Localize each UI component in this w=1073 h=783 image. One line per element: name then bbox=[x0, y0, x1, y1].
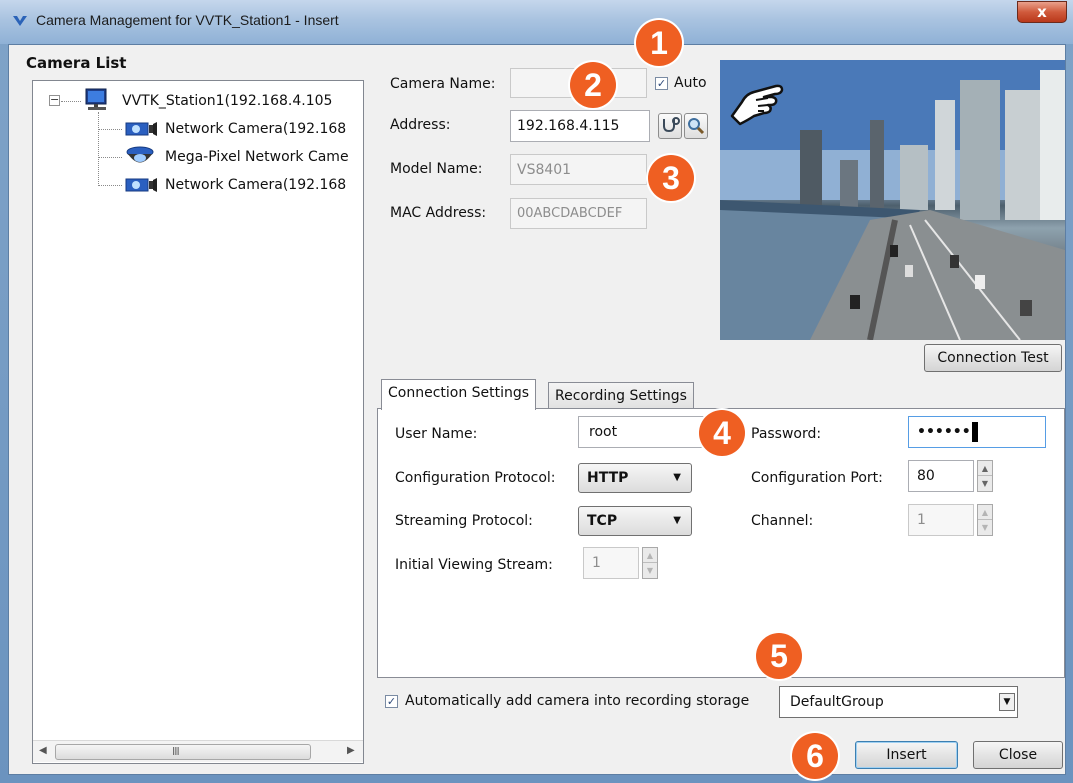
camera-list-title: Camera List bbox=[26, 54, 127, 72]
initial-stream-label: Initial Viewing Stream: bbox=[395, 557, 553, 573]
streaming-protocol-label: Streaming Protocol: bbox=[395, 513, 533, 529]
network-camera-icon bbox=[125, 178, 157, 192]
vivotek-logo-icon bbox=[13, 16, 27, 26]
model-name-label: Model Name: bbox=[390, 161, 483, 177]
callout-3: 3 bbox=[648, 155, 694, 201]
tree-line bbox=[98, 112, 99, 186]
auto-label: Auto bbox=[674, 75, 707, 91]
mac-address-field: 00ABCDABCDEF bbox=[510, 198, 647, 229]
config-protocol-select[interactable]: HTTP ▼ bbox=[578, 463, 692, 493]
channel-spinner: ▲ ▼ bbox=[977, 504, 993, 536]
password-label: Password: bbox=[751, 426, 822, 442]
tree-item-camera-1[interactable]: Network Camera(192.168 bbox=[165, 121, 358, 137]
text-cursor bbox=[971, 422, 978, 442]
close-button[interactable]: Close bbox=[973, 741, 1063, 769]
password-field[interactable]: •••••• bbox=[908, 416, 1046, 448]
config-port-spinner[interactable]: ▲ ▼ bbox=[977, 460, 993, 492]
dome-camera-icon bbox=[126, 146, 154, 163]
initial-stream-field: 1 bbox=[583, 547, 639, 579]
tree-line bbox=[98, 157, 122, 158]
model-name-field: VS8401 bbox=[510, 154, 647, 185]
config-port-field[interactable]: 80 bbox=[908, 460, 974, 492]
callout-1: 1 bbox=[636, 20, 682, 66]
chevron-down-icon: ▼ bbox=[673, 472, 681, 483]
title-bar[interactable]: Camera Management for VVTK_Station1 - In… bbox=[0, 0, 1073, 44]
tree-collapse-toggle[interactable]: − bbox=[49, 94, 60, 106]
scrollbar-thumb[interactable]: III bbox=[55, 744, 311, 760]
callout-6: 6 bbox=[792, 733, 838, 779]
tree-line bbox=[61, 101, 81, 102]
address-field[interactable]: 192.168.4.115 bbox=[510, 110, 650, 142]
pointing-hand-icon bbox=[730, 84, 784, 126]
channel-label: Channel: bbox=[751, 513, 814, 529]
streaming-protocol-select[interactable]: TCP ▼ bbox=[578, 506, 692, 536]
scrollbar-grip: III bbox=[172, 745, 180, 758]
password-value: •••••• bbox=[917, 424, 971, 440]
group-select[interactable]: DefaultGroup ▼ bbox=[779, 686, 1018, 718]
address-label: Address: bbox=[390, 117, 451, 133]
initial-stream-spinner: ▲ ▼ bbox=[642, 547, 658, 579]
chevron-down-icon: ▼ bbox=[999, 693, 1015, 711]
computer-icon bbox=[85, 88, 107, 110]
window-close-button[interactable]: x bbox=[1017, 1, 1067, 23]
tree-item-camera-3[interactable]: Network Camera(192.168 bbox=[165, 177, 358, 193]
group-value: DefaultGroup bbox=[790, 694, 884, 710]
streaming-protocol-value: TCP bbox=[587, 513, 618, 529]
callout-5: 5 bbox=[756, 633, 802, 679]
auto-checkbox[interactable]: ✓ bbox=[655, 77, 668, 90]
config-protocol-label: Configuration Protocol: bbox=[395, 470, 556, 486]
connection-test-button[interactable]: Connection Test bbox=[924, 344, 1062, 372]
auto-add-label: Automatically add camera into recording … bbox=[405, 693, 750, 709]
stethoscope-icon bbox=[663, 117, 680, 133]
chevron-down-icon: ▼ bbox=[673, 515, 681, 526]
tree-line bbox=[98, 129, 122, 130]
scroll-left-icon[interactable]: ◀ bbox=[39, 745, 47, 756]
user-name-label: User Name: bbox=[395, 426, 478, 442]
discover-camera-button[interactable] bbox=[658, 113, 682, 139]
config-port-label: Configuration Port: bbox=[751, 470, 883, 486]
scroll-right-icon[interactable]: ▶ bbox=[347, 745, 355, 756]
tree-item-camera-2[interactable]: Mega-Pixel Network Came bbox=[165, 149, 358, 165]
search-button[interactable] bbox=[684, 113, 708, 139]
callout-2: 2 bbox=[570, 62, 616, 108]
tab-connection-settings[interactable]: Connection Settings bbox=[381, 379, 537, 410]
channel-field: 1 bbox=[908, 504, 974, 536]
magnifier-icon bbox=[688, 118, 705, 135]
insert-button[interactable]: Insert bbox=[855, 741, 958, 769]
mac-address-label: MAC Address: bbox=[390, 205, 487, 221]
tree-horizontal-scrollbar[interactable]: ◀ III ▶ bbox=[33, 740, 363, 762]
callout-4: 4 bbox=[699, 410, 745, 456]
tree-line bbox=[98, 185, 122, 186]
config-protocol-value: HTTP bbox=[587, 470, 629, 486]
window-title: Camera Management for VVTK_Station1 - In… bbox=[36, 12, 339, 28]
network-camera-icon bbox=[125, 122, 157, 136]
tree-root-label[interactable]: VVTK_Station1(192.168.4.105 bbox=[122, 93, 362, 109]
camera-name-label: Camera Name: bbox=[390, 76, 496, 92]
tab-recording-settings[interactable]: Recording Settings bbox=[548, 382, 694, 410]
auto-add-checkbox[interactable]: ✓ bbox=[385, 695, 398, 708]
